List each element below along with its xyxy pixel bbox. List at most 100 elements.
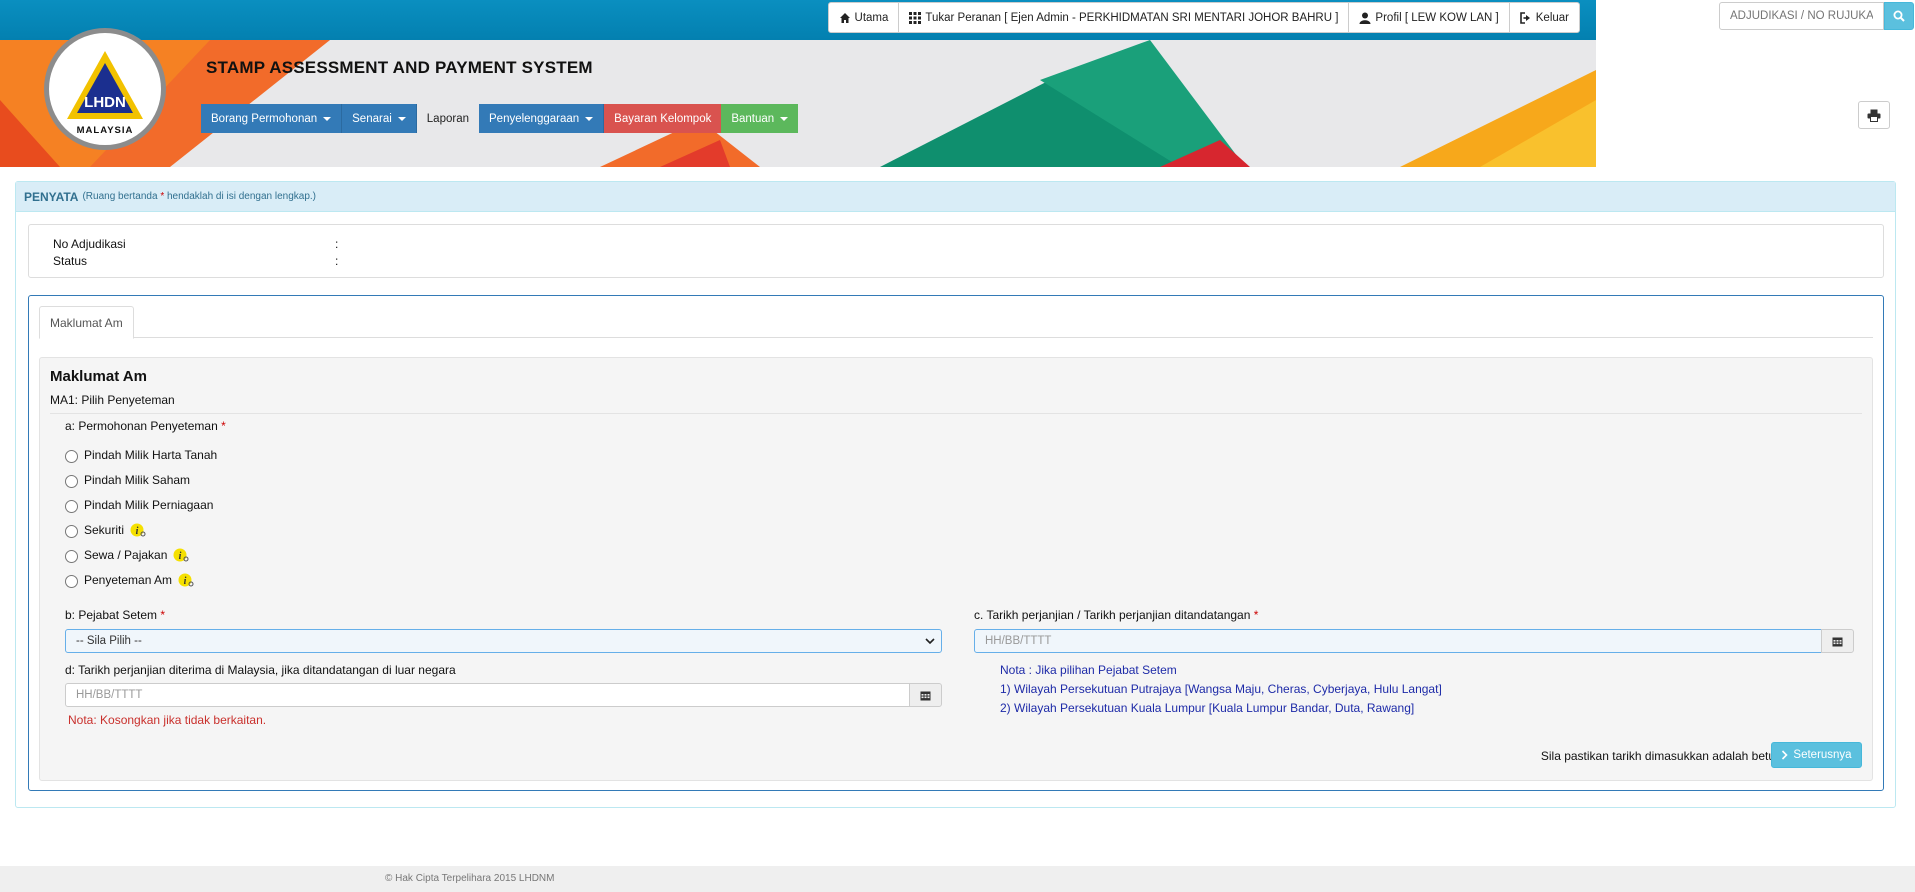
question-d-label: d: Tarikh perjanjian diterima di Malaysi… [65,663,456,677]
menu-bayaran-kelompok[interactable]: Bayaran Kelompok [604,104,722,133]
profile-link[interactable]: Profil [ LEW KOW LAN ] [1349,3,1510,32]
lhdn-emblem: LHDN MALAYSIA [67,51,143,136]
copyright-text: © Hak Cipta Terpelihara 2015 LHDNM [385,873,555,884]
option-penyeteman-am: Penyeteman Am i [65,572,194,588]
option-label: Sewa / Pajakan [84,548,168,562]
pejabat-setem-value: -- Sila Pilih -- [76,635,142,647]
nota-pejabat-setem: Nota : Jika pilihan Pejabat Setem [1000,663,1177,677]
calendar-icon [920,691,931,700]
status-label: Status [53,254,88,268]
form-container: Maklumat Am Maklumat Am MA1: Pilih Penye… [28,295,1884,791]
required-star: * [1253,608,1259,622]
confirm-date-text: Sila pastikan tarikh dimasukkan adalah b… [1540,749,1781,763]
caret-down-icon [585,116,594,121]
logout-icon [1519,11,1530,24]
caret-down-icon [323,116,332,121]
menu-bantuan[interactable]: Bantuan [721,104,799,133]
menu-senarai[interactable]: Senarai [342,104,417,133]
option-label: Pindah Milik Perniagaan [84,498,214,512]
section-title: Maklumat Am [50,368,147,385]
required-star: * [160,191,165,202]
switch-role-link[interactable]: Tukar Peranan [ Ejen Admin - PERKHIDMATA… [899,3,1350,32]
option-label: Pindah Milik Harta Tanah [84,448,218,462]
main-navigation: Borang Permohonan Senarai Laporan Penyel… [201,104,799,133]
chevron-down-icon [925,638,935,645]
tarikh-perjanjian-input[interactable]: HH/BB/TTTT [974,629,1822,653]
header-banner: Utama Tukar Peranan [ Ejen Admin - PERKH… [0,0,1596,167]
nota-kuala-lumpur: 2) Wilayah Persekutuan Kuala Lumpur [Kua… [1000,701,1415,715]
print-button[interactable] [1858,101,1890,129]
info-icon[interactable]: i [178,573,194,587]
svg-text:MALAYSIA: MALAYSIA [77,125,134,136]
svg-text:i: i [184,576,187,587]
search-input[interactable] [1719,2,1884,30]
menu-senarai-label: Senarai [352,112,392,125]
option-saham: Pindah Milik Saham [65,472,190,488]
search-button[interactable] [1884,2,1914,30]
nota-kosongkan: Nota: Kosongkan jika tidak berkaitan. [68,713,267,727]
caret-down-icon [397,116,406,121]
info-icon[interactable]: i [130,523,146,537]
radio-sewa-pajakan[interactable] [65,550,78,563]
question-a-label: a: Permohonan Penyeteman * [65,419,226,433]
svg-text:i: i [136,526,139,537]
app-title: STAMP ASSESSMENT AND PAYMENT SYSTEM [206,58,593,77]
switch-role-label: Tukar Peranan [ Ejen Admin - PERKHIDMATA… [925,11,1339,24]
tab-bar: Maklumat Am [39,306,1873,339]
option-perniagaan: Pindah Milik Perniagaan [65,497,213,513]
panel-subtitle: (Ruang bertanda * hendaklah di isi denga… [82,191,316,202]
info-row-adjudikasi: No Adjudikasi : [29,237,1883,254]
panel-subtitle-post: hendaklah di isi dengan lengkap.) [167,191,316,202]
penyata-panel: PENYATA (Ruang bertanda * hendaklah di i… [15,181,1896,808]
menu-borang-permohonan[interactable]: Borang Permohonan [201,104,343,133]
top-navigation: Utama Tukar Peranan [ Ejen Admin - PERKH… [827,2,1580,33]
option-label: Sekuriti [84,523,125,537]
menu-bayaran-label: Bayaran Kelompok [614,112,712,125]
info-icon[interactable]: i [173,548,189,562]
logout-label: Keluar [1535,11,1569,24]
tarikh-diterima-input[interactable]: HH/BB/TTTT [65,683,910,707]
tarikh-diterima-calendar-button[interactable] [909,683,942,707]
menu-penyelenggaraan-label: Penyelenggaraan [489,112,580,125]
maklumat-am-section: Maklumat Am MA1: Pilih Penyeteman a: Per… [39,357,1873,781]
required-star: * [221,419,226,433]
date-placeholder: HH/BB/TTTT [76,689,143,701]
option-label: Penyeteman Am [84,573,173,587]
radio-perniagaan[interactable] [65,500,78,513]
section-subtitle: MA1: Pilih Penyeteman [50,393,175,407]
tarikh-perjanjian-calendar-button[interactable] [1821,629,1854,653]
menu-penyelenggaraan[interactable]: Penyelenggaraan [479,104,605,133]
question-a-text: a: Permohonan Penyeteman [65,419,218,433]
question-b-text: b: Pejabat Setem [65,608,158,622]
radio-saham[interactable] [65,475,78,488]
lhdn-logo: LHDN MALAYSIA [44,28,166,150]
nota-putrajaya: 1) Wilayah Persekutuan Putrajaya [Wangsa… [1000,682,1442,696]
next-button-label: Seterusnya [1793,749,1852,761]
next-button[interactable]: Seterusnya [1771,742,1862,768]
home-link[interactable]: Utama [829,3,900,32]
section-divider [50,413,1862,414]
home-label: Utama [854,11,889,24]
calendar-icon [1832,637,1843,646]
svg-text:LHDN: LHDN [84,94,126,111]
menu-borang-label: Borang Permohonan [211,112,318,125]
panel-title: PENYATA [24,189,79,204]
radio-harta-tanah[interactable] [65,450,78,463]
radio-sekuriti[interactable] [65,525,78,538]
logout-link[interactable]: Keluar [1510,3,1579,32]
date-placeholder: HH/BB/TTTT [985,635,1052,647]
status-colon: : [335,254,339,268]
radio-penyeteman-am[interactable] [65,575,78,588]
adjudikasi-colon: : [335,237,339,251]
pejabat-setem-select[interactable]: -- Sila Pilih -- [65,629,942,653]
panel-subtitle-pre: (Ruang bertanda [82,191,158,202]
menu-bantuan-label: Bantuan [731,112,775,125]
menu-laporan[interactable]: Laporan [417,104,479,133]
question-c-label: c. Tarikh perjanjian / Tarikh perjanjian… [974,608,1258,622]
chevron-right-icon [1782,750,1789,760]
profile-label: Profil [ LEW KOW LAN ] [1375,11,1499,24]
tab-maklumat-am[interactable]: Maklumat Am [39,306,134,339]
required-star: * [160,608,166,622]
adjudikasi-label: No Adjudikasi [53,237,126,251]
info-row-status: Status : [29,254,1883,271]
